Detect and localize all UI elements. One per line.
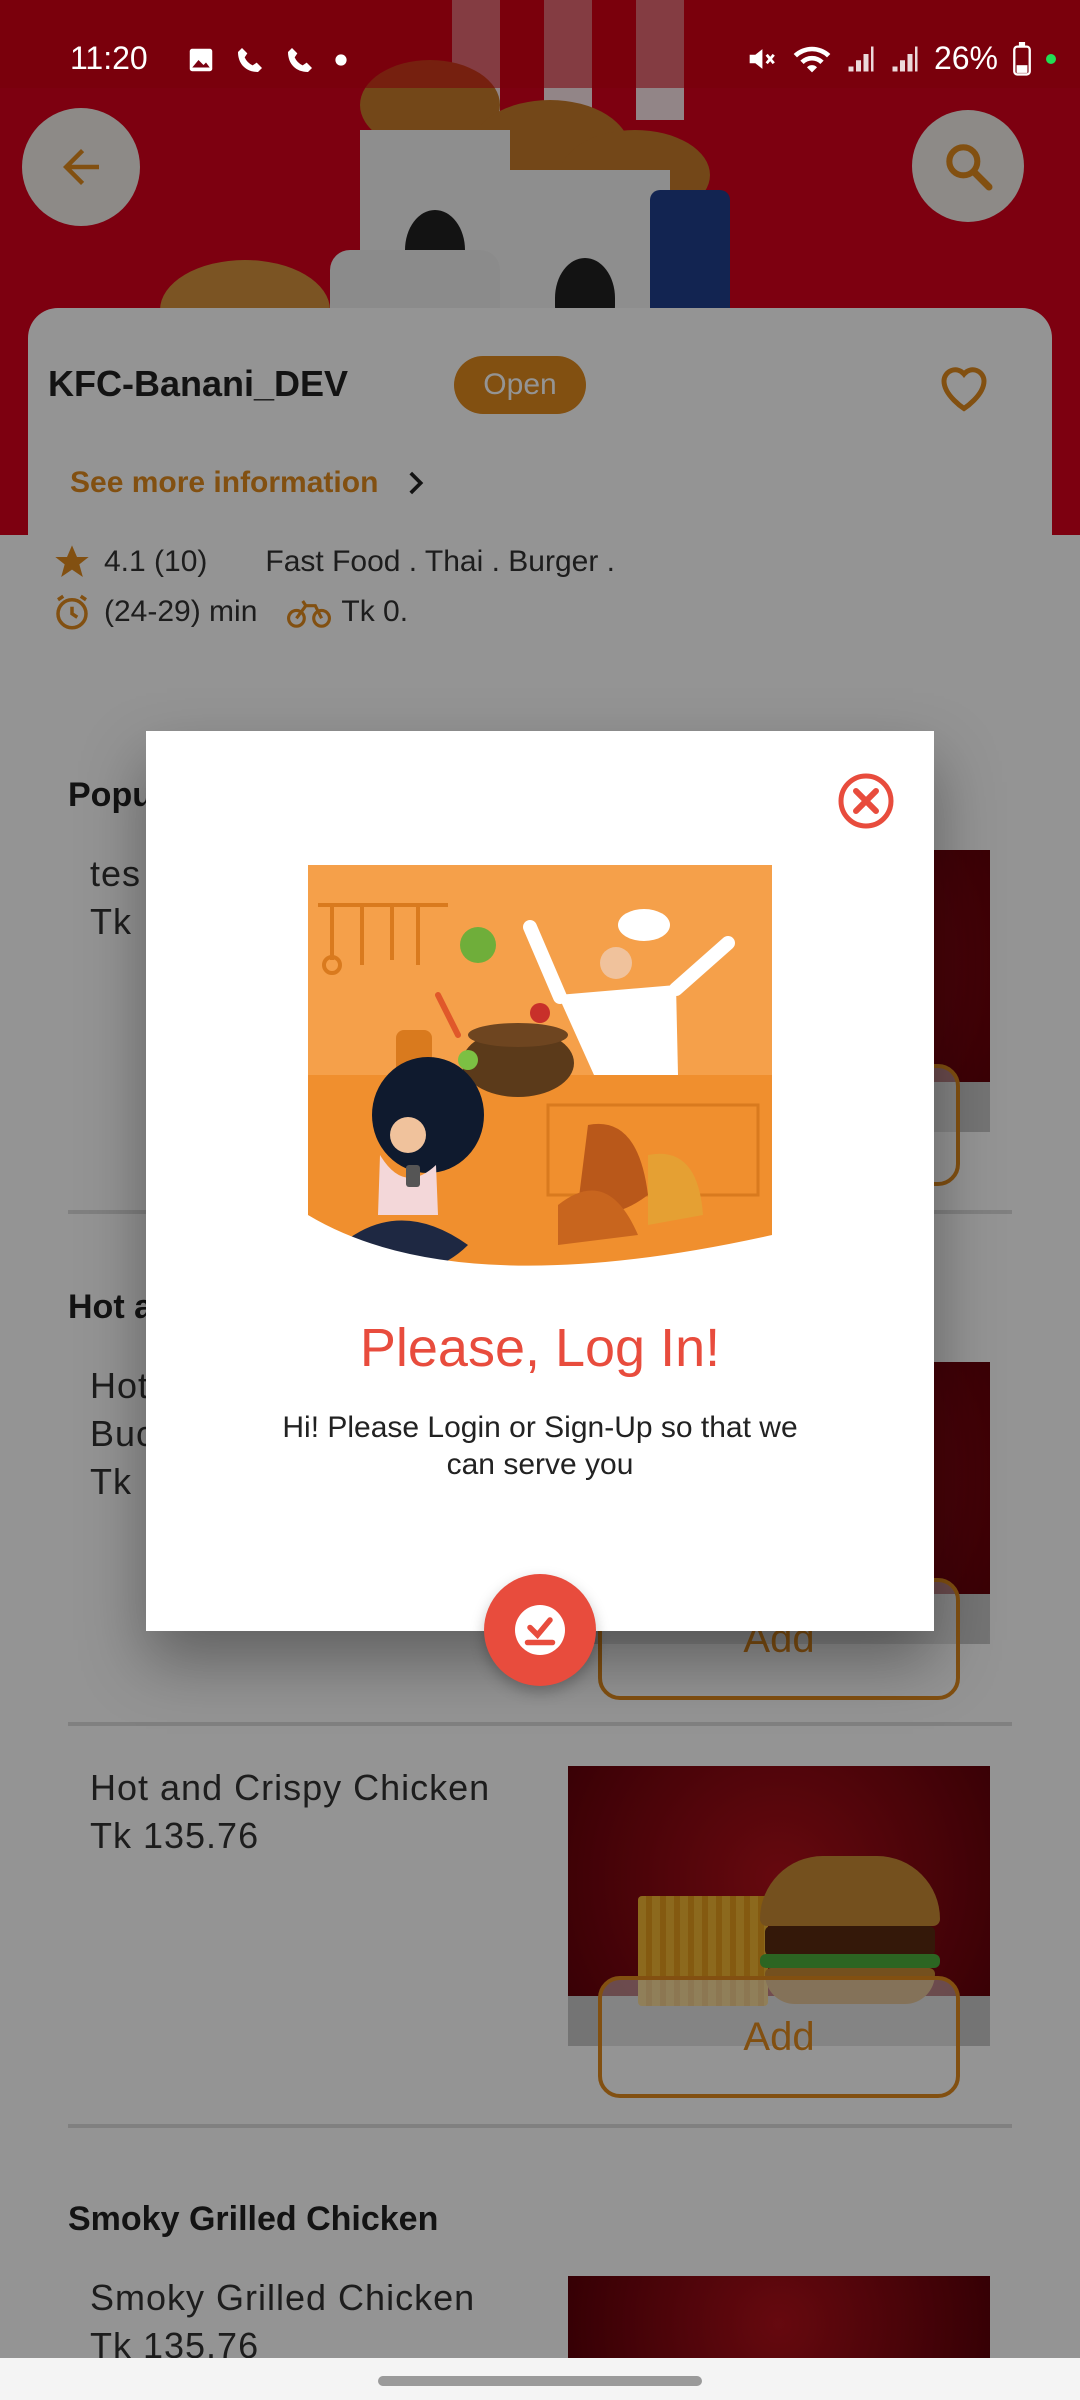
privacy-indicator bbox=[1046, 53, 1056, 64]
close-circle-icon[interactable] bbox=[836, 771, 896, 831]
battery-percent: 26% bbox=[933, 40, 998, 76]
signal-icon bbox=[848, 46, 874, 71]
login-check-icon bbox=[515, 1605, 565, 1655]
wifi-icon bbox=[793, 46, 831, 72]
dialog-title: Please, Log In! bbox=[359, 1318, 721, 1378]
phone-icon bbox=[288, 48, 312, 72]
phone-icon bbox=[238, 48, 262, 72]
signal-icon bbox=[892, 46, 918, 71]
home-gesture-handle[interactable] bbox=[378, 2376, 702, 2386]
dialog-message: Hi! Please Login or Sign-Up so that we c… bbox=[282, 1411, 798, 1481]
chef-illustration bbox=[308, 865, 772, 1287]
dot-icon bbox=[335, 54, 347, 66]
login-dialog: Please, Log In! Hi! Please Login or Sign… bbox=[146, 731, 934, 1631]
image-icon bbox=[189, 48, 213, 72]
status-bar: 11:20 26% bbox=[0, 0, 1080, 88]
mute-icon bbox=[749, 48, 775, 69]
battery-icon bbox=[1013, 41, 1031, 76]
login-confirm-button[interactable] bbox=[484, 1574, 596, 1686]
status-time: 11:20 bbox=[70, 40, 148, 76]
